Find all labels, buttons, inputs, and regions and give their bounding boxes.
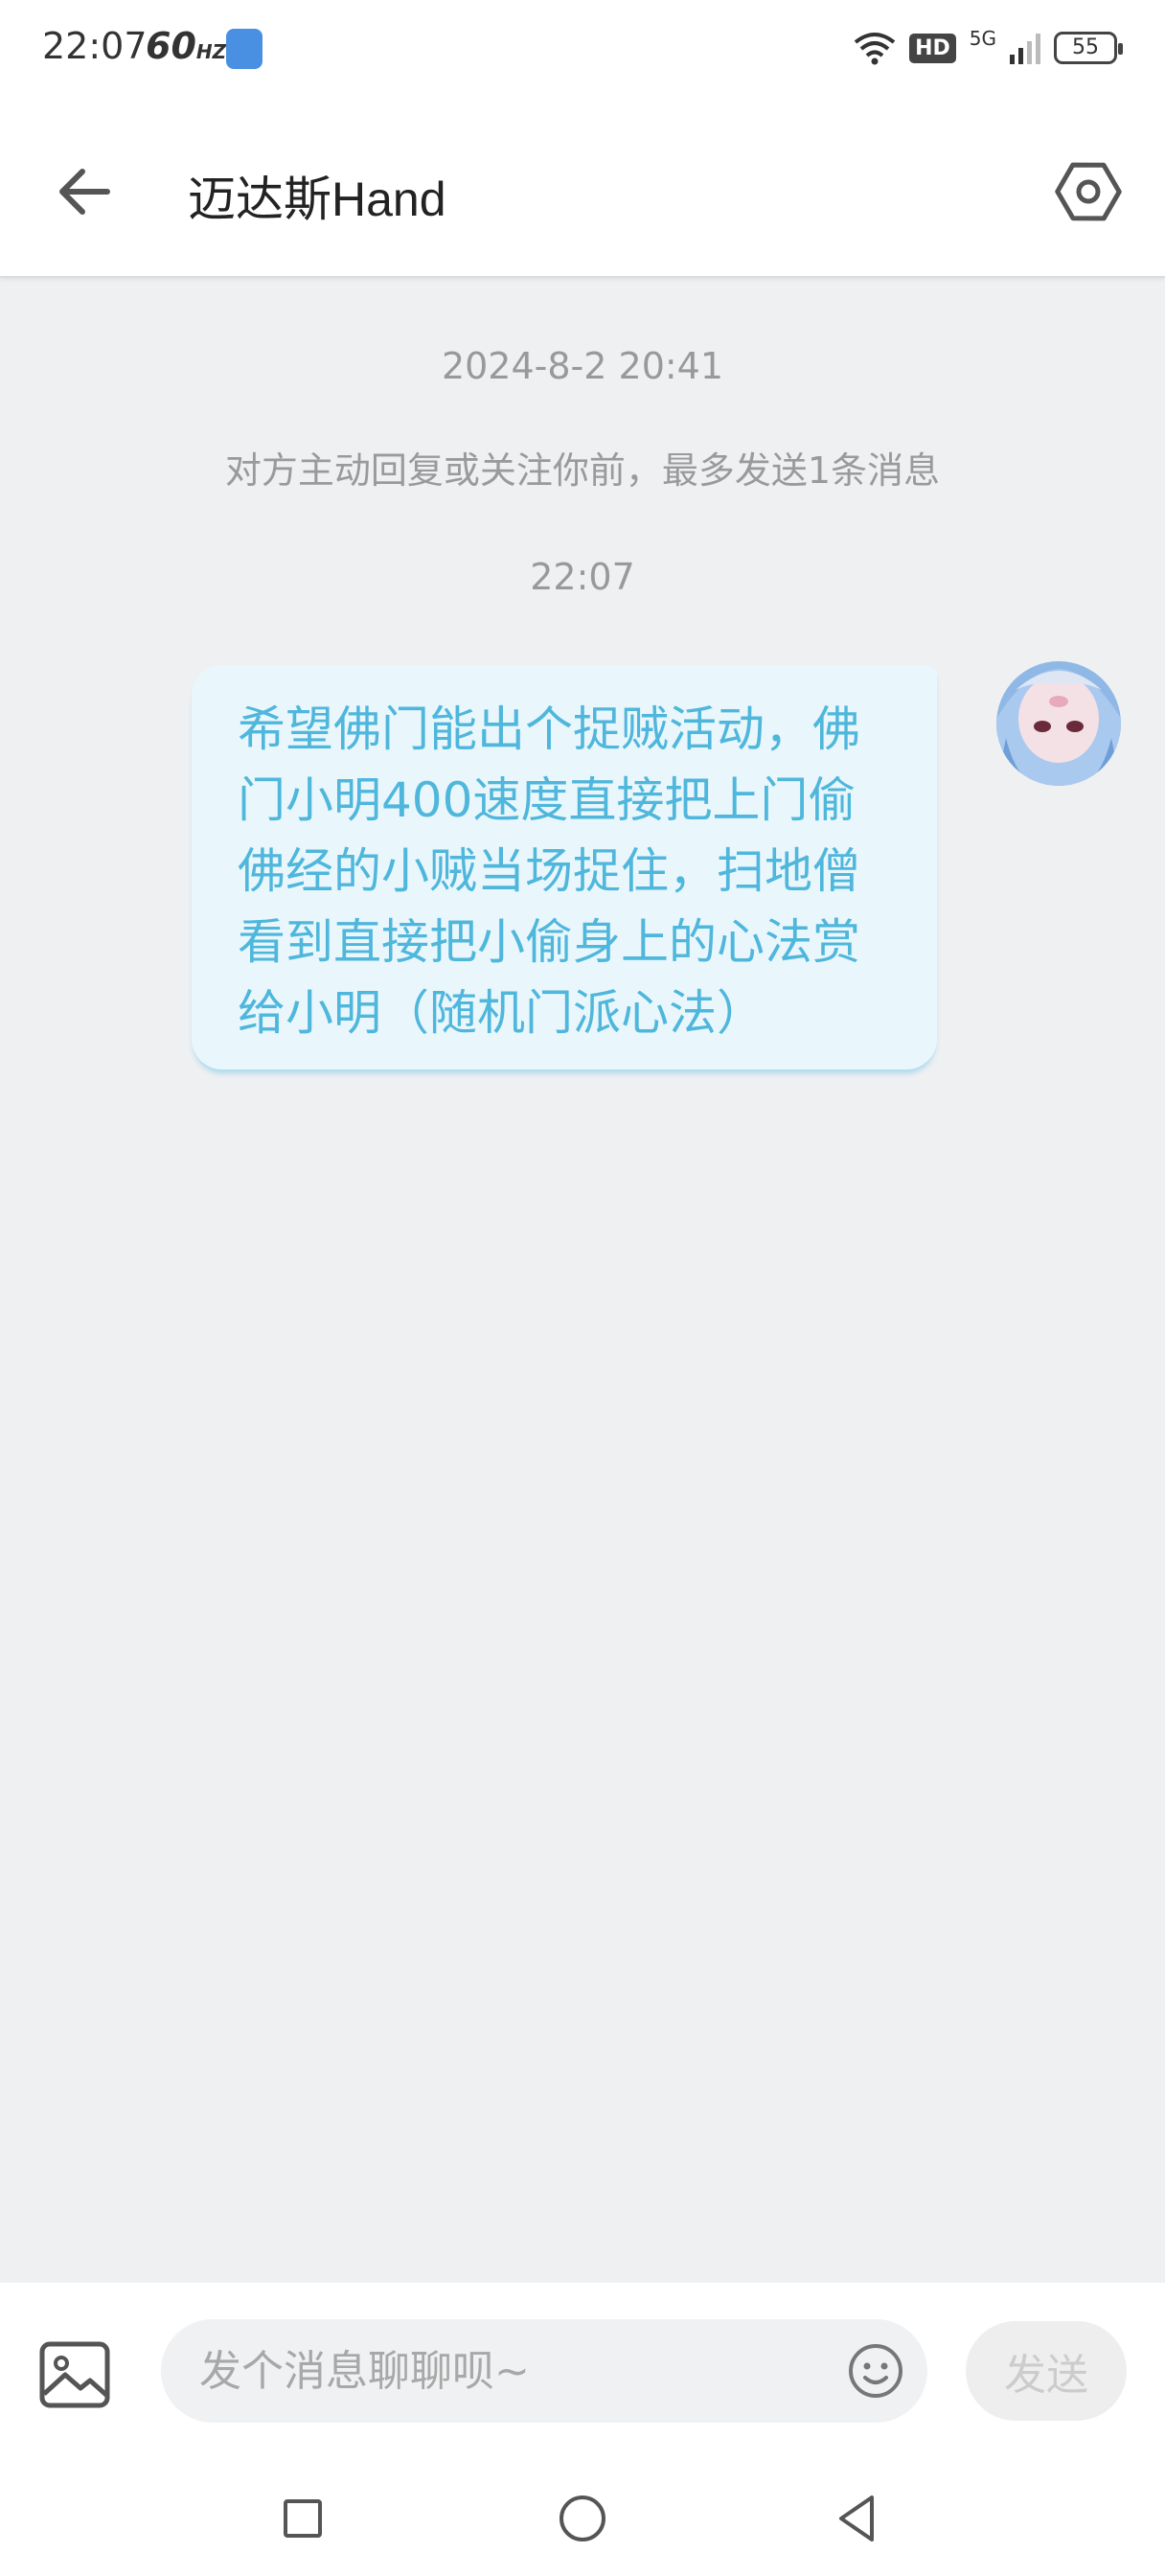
navigation-bar	[0, 2461, 1165, 2576]
home-button[interactable]	[554, 2490, 611, 2547]
refresh-rate-value: 60	[146, 25, 196, 67]
refresh-rate-unit: HZ	[195, 40, 227, 63]
hd-badge: HD	[909, 33, 956, 63]
input-bar: 发送	[0, 2283, 1165, 2461]
battery-icon: 55	[1054, 32, 1123, 64]
emoji-icon	[849, 2344, 902, 2398]
hexagon-settings-icon	[1055, 162, 1122, 221]
avatar-image	[996, 661, 1121, 786]
message-bubble[interactable]: 希望佛门能出个捉贼活动，佛门小明400速度直接把上门偷佛经的小贼当场捉住，扫地僧…	[192, 665, 937, 1070]
system-notice: 对方主动回复或关注你前，最多发送1条消息	[224, 449, 941, 492]
recent-apps-button[interactable]	[274, 2490, 331, 2547]
chat-title: 迈达斯Hand	[188, 172, 446, 226]
timestamp: 2024-8-2 20:41	[441, 345, 724, 387]
chat-header: 迈达斯Hand	[0, 96, 1165, 278]
square-icon	[284, 2499, 322, 2538]
refresh-rate: 60HZ	[146, 25, 226, 67]
avatar[interactable]	[996, 661, 1121, 786]
back-button[interactable]	[48, 153, 125, 230]
timestamp: 22:07	[530, 556, 635, 598]
arrow-left-icon	[59, 169, 110, 215]
triangle-back-icon	[839, 2496, 874, 2542]
chat-area[interactable]: 2024-8-2 20:41 对方主动回复或关注你前，最多发送1条消息 22:0…	[0, 278, 1165, 2283]
image-icon	[39, 2341, 110, 2408]
emoji-button[interactable]	[847, 2342, 904, 2400]
wifi-icon	[854, 33, 896, 65]
status-time: 22:07	[42, 25, 148, 67]
circle-icon	[560, 2496, 605, 2542]
settings-button[interactable]	[1050, 153, 1127, 230]
download-icon	[226, 29, 263, 69]
signal-icon	[1010, 32, 1040, 64]
status-bar: 22:07 60HZ HD 5G 55	[0, 0, 1165, 96]
network-type: 5G	[969, 27, 996, 50]
send-button[interactable]: 发送	[966, 2321, 1127, 2421]
message-input[interactable]	[161, 2319, 927, 2423]
status-right-group: HD 5G 55	[854, 27, 1123, 69]
system-back-button[interactable]	[830, 2490, 887, 2547]
image-button[interactable]	[38, 2338, 111, 2411]
